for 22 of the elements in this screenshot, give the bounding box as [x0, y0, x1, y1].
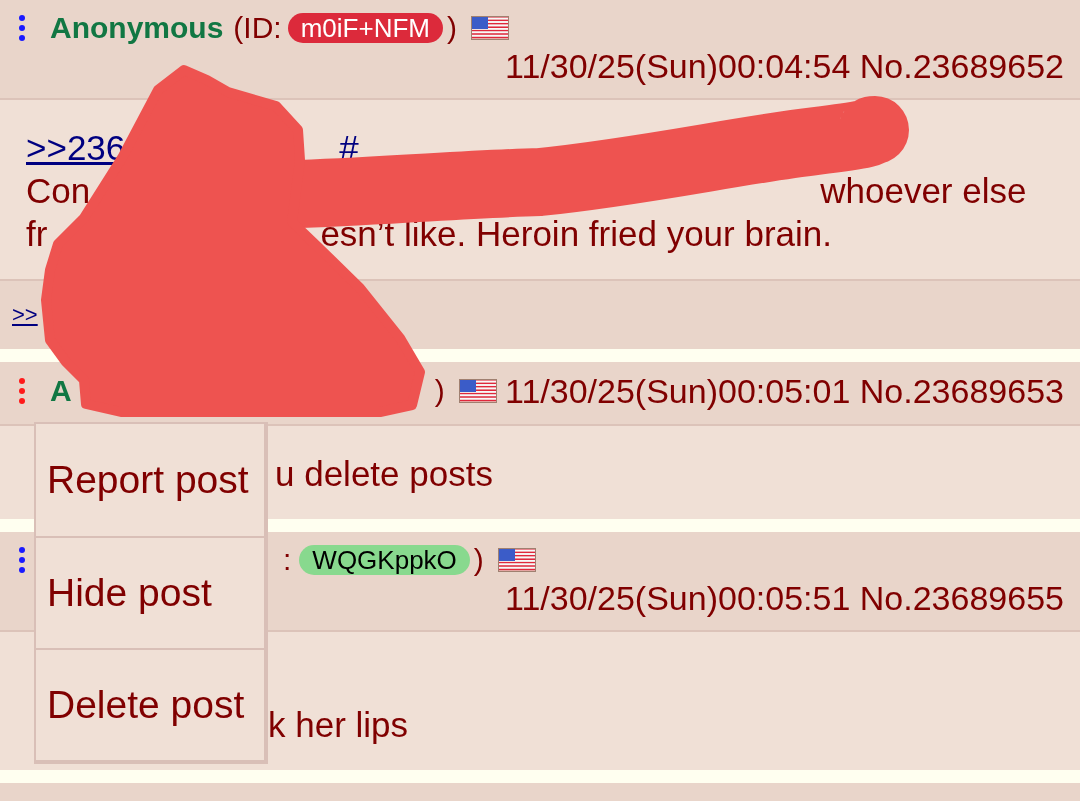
flag-icon: [497, 548, 536, 572]
post-date-number: 11/30/25(Sun)00:04:54 No.23689652: [505, 47, 1064, 85]
post-text: whoever else: [820, 170, 1027, 211]
flag-icon: [458, 379, 497, 403]
header-text: ): [434, 374, 445, 408]
poster-name: Anonymous: [50, 11, 224, 45]
post-text: esn’t like. Heroin fried your brain.: [320, 213, 832, 254]
poster-name: A: [50, 374, 72, 408]
post-text: k her lips: [268, 704, 409, 745]
reply-link[interactable]: >>: [12, 302, 38, 328]
post-text: Con: [26, 170, 91, 211]
flag-icon: [470, 16, 509, 40]
post-date-number: 11/30/25(Sun)00:05:01 No.23689653: [505, 372, 1064, 410]
header-text: ): [446, 11, 457, 45]
post-text: fr: [26, 213, 48, 254]
header-text: ): [473, 543, 484, 577]
post-text: u delete posts: [275, 453, 493, 494]
poster-id-badge: WQGKppkO: [299, 545, 470, 575]
header-text: :: [283, 543, 292, 577]
post-date-number: 11/30/25(Sun)00:05:51 No.23689655: [505, 579, 1064, 617]
header-text: (ID:: [233, 11, 282, 45]
poster-id-badge: m0iF+NFM: [287, 13, 443, 43]
